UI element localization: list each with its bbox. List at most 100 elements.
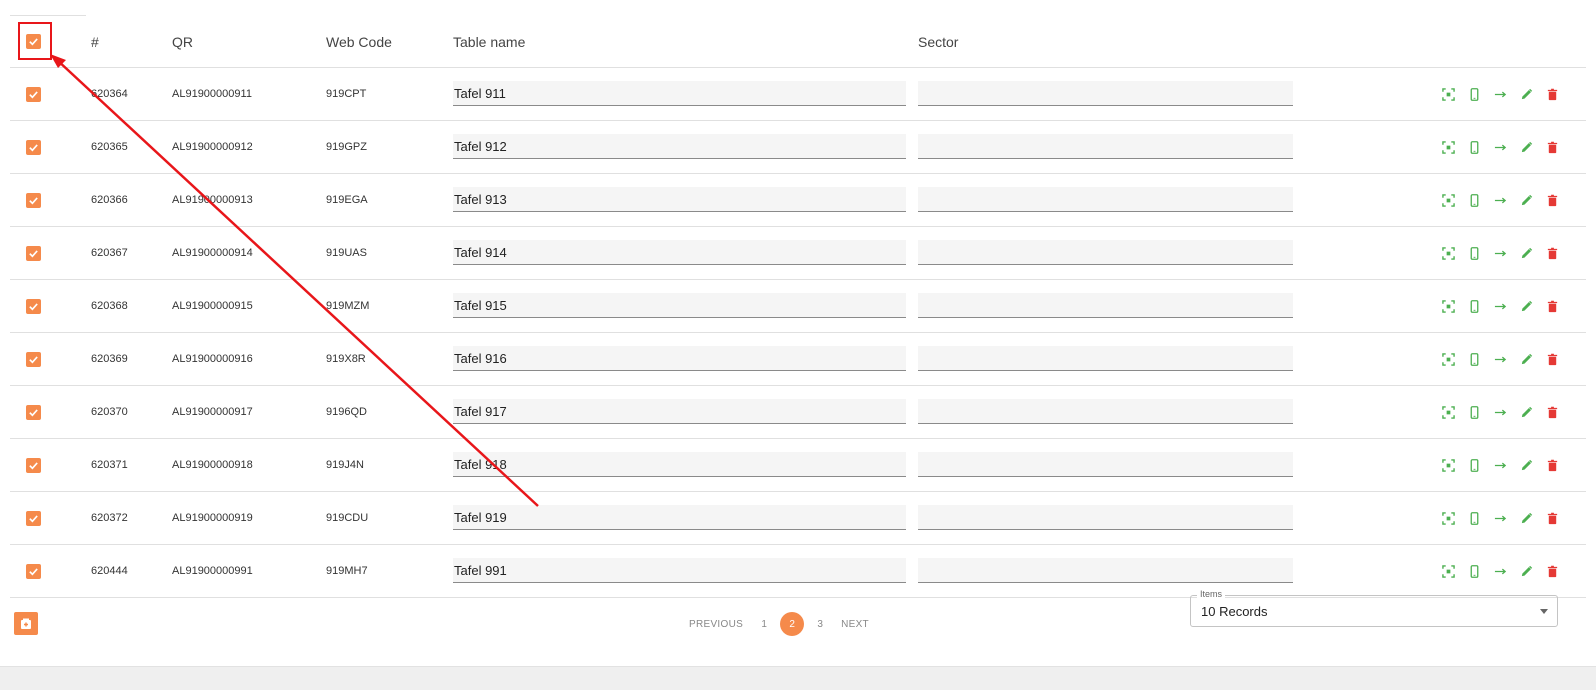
qr-scan-button[interactable] (1435, 402, 1461, 422)
arrow-right-button[interactable] (1487, 455, 1513, 475)
sector-input[interactable] (918, 293, 1293, 318)
row-checkbox[interactable] (26, 351, 41, 367)
sector-input[interactable] (918, 505, 1293, 530)
phone-button[interactable] (1461, 243, 1487, 263)
sector-input[interactable] (918, 346, 1293, 371)
delete-trash-icon (1546, 565, 1559, 578)
row-select-cell (26, 492, 41, 544)
sector-input[interactable] (918, 134, 1293, 159)
edit-pencil-button[interactable] (1513, 296, 1539, 316)
qr-scan-button[interactable] (1435, 243, 1461, 263)
arrow-right-icon (1494, 406, 1507, 419)
qr-scan-button[interactable] (1435, 84, 1461, 104)
qr-scan-button[interactable] (1435, 561, 1461, 581)
arrow-right-button[interactable] (1487, 561, 1513, 581)
arrow-right-icon (1494, 88, 1507, 101)
delete-trash-button[interactable] (1539, 455, 1565, 475)
phone-button[interactable] (1461, 561, 1487, 581)
table-name-input[interactable]: Tafel 913 (453, 187, 906, 212)
edit-pencil-button[interactable] (1513, 455, 1539, 475)
edit-pencil-button[interactable] (1513, 349, 1539, 369)
arrow-right-button[interactable] (1487, 296, 1513, 316)
sector-input[interactable] (918, 240, 1293, 265)
edit-pencil-button[interactable] (1513, 561, 1539, 581)
column-header-number[interactable]: # (91, 16, 99, 67)
delete-trash-button[interactable] (1539, 349, 1565, 369)
arrow-right-button[interactable] (1487, 137, 1513, 157)
table-name-input[interactable]: Tafel 914 (453, 240, 906, 265)
row-select-cell (26, 280, 41, 332)
sector-input[interactable] (918, 558, 1293, 583)
column-header-qr[interactable]: QR (172, 16, 193, 67)
edit-pencil-button[interactable] (1513, 508, 1539, 528)
sector-input[interactable] (918, 452, 1293, 477)
arrow-right-button[interactable] (1487, 243, 1513, 263)
row-checkbox[interactable] (26, 404, 41, 420)
row-checkbox[interactable] (26, 245, 41, 261)
delete-trash-button[interactable] (1539, 84, 1565, 104)
edit-pencil-button[interactable] (1513, 243, 1539, 263)
qr-scan-button[interactable] (1435, 190, 1461, 210)
row-checkbox[interactable] (26, 457, 41, 473)
table-name-input[interactable]: Tafel 918 (453, 452, 906, 477)
arrow-right-icon (1494, 141, 1507, 154)
edit-pencil-button[interactable] (1513, 137, 1539, 157)
arrow-right-button[interactable] (1487, 402, 1513, 422)
qr-scan-button[interactable] (1435, 455, 1461, 475)
arrow-right-button[interactable] (1487, 190, 1513, 210)
delete-trash-button[interactable] (1539, 243, 1565, 263)
phone-button[interactable] (1461, 190, 1487, 210)
page-3-button[interactable]: 3 (808, 612, 832, 636)
row-checkbox[interactable] (26, 192, 41, 208)
row-checkbox[interactable] (26, 563, 41, 579)
row-checkbox[interactable] (26, 86, 41, 102)
add-table-button[interactable] (14, 612, 38, 635)
table-name-input[interactable]: Tafel 911 (453, 81, 906, 106)
edit-pencil-button[interactable] (1513, 190, 1539, 210)
column-header-web-code[interactable]: Web Code (326, 16, 392, 67)
arrow-right-button[interactable] (1487, 349, 1513, 369)
sector-input[interactable] (918, 81, 1293, 106)
phone-button[interactable] (1461, 402, 1487, 422)
row-checkbox[interactable] (26, 139, 41, 155)
edit-pencil-button[interactable] (1513, 84, 1539, 104)
column-header-table-name[interactable]: Table name (453, 16, 906, 67)
table-name-input[interactable]: Tafel 991 (453, 558, 906, 583)
next-page-button[interactable]: NEXT (832, 619, 878, 630)
table-name-input[interactable]: Tafel 917 (453, 399, 906, 424)
sector-input[interactable] (918, 399, 1293, 424)
row-checkbox[interactable] (26, 298, 41, 314)
delete-trash-button[interactable] (1539, 561, 1565, 581)
qr-scan-button[interactable] (1435, 296, 1461, 316)
page-1-button[interactable]: 1 (752, 612, 776, 636)
previous-page-button[interactable]: PREVIOUS (680, 619, 752, 630)
delete-trash-button[interactable] (1539, 402, 1565, 422)
table-name-input[interactable]: Tafel 919 (453, 505, 906, 530)
qr-scan-button[interactable] (1435, 349, 1461, 369)
arrow-right-button[interactable] (1487, 84, 1513, 104)
delete-trash-button[interactable] (1539, 508, 1565, 528)
qr-scan-icon (1441, 511, 1455, 525)
phone-button[interactable] (1461, 296, 1487, 316)
edit-pencil-button[interactable] (1513, 402, 1539, 422)
phone-button[interactable] (1461, 508, 1487, 528)
phone-button[interactable] (1461, 455, 1487, 475)
table-name-input[interactable]: Tafel 916 (453, 346, 906, 371)
delete-trash-button[interactable] (1539, 296, 1565, 316)
delete-trash-button[interactable] (1539, 190, 1565, 210)
page-2-button-active[interactable]: 2 (780, 612, 805, 636)
arrow-right-button[interactable] (1487, 508, 1513, 528)
table-name-input[interactable]: Tafel 912 (453, 134, 906, 159)
phone-button[interactable] (1461, 137, 1487, 157)
phone-button[interactable] (1461, 84, 1487, 104)
sector-input[interactable] (918, 187, 1293, 212)
row-checkbox[interactable] (26, 510, 41, 526)
delete-trash-button[interactable] (1539, 137, 1565, 157)
qr-scan-button[interactable] (1435, 137, 1461, 157)
table-name-value: Tafel 913 (454, 191, 507, 207)
column-header-sector[interactable]: Sector (918, 16, 1293, 67)
qr-scan-button[interactable] (1435, 508, 1461, 528)
items-per-page-select[interactable]: 10 Records (1190, 595, 1558, 627)
phone-button[interactable] (1461, 349, 1487, 369)
table-name-input[interactable]: Tafel 915 (453, 293, 906, 318)
